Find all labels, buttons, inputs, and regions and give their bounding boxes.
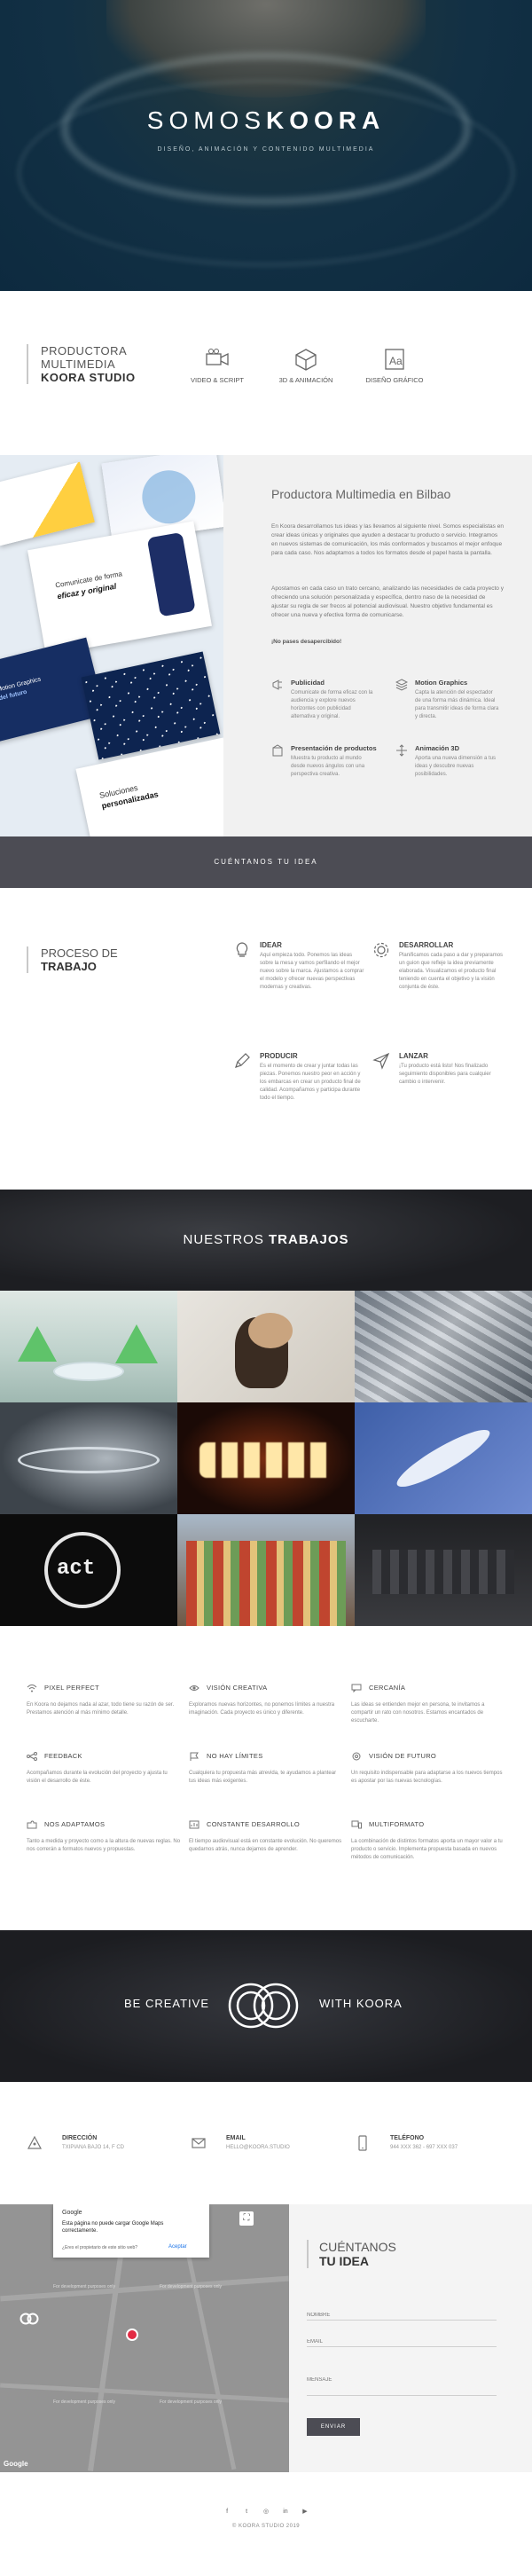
portfolio-tile[interactable] xyxy=(177,1514,355,1626)
map-owner-link[interactable]: ¿Eres el propietario de este sitio web? xyxy=(62,2245,137,2250)
target-icon xyxy=(352,1752,361,1761)
koora-logo-icon xyxy=(228,1983,299,2029)
megaphone-icon xyxy=(272,679,282,690)
send-button[interactable]: ENVIAR xyxy=(307,2418,360,2436)
pencil-icon xyxy=(235,1053,250,1068)
name-field[interactable] xyxy=(307,2311,497,2321)
portfolio-grid: act xyxy=(0,1291,532,1626)
font-icon: Aa xyxy=(385,349,404,370)
portfolio-tile[interactable] xyxy=(0,1291,177,1402)
studio-section: PRODUCTORA MULTIMEDIA KOORA STUDIO VIDEO… xyxy=(0,291,532,455)
phone-icon xyxy=(358,2135,367,2151)
productora-heading: Productora Multimedia en Bilbao xyxy=(271,487,451,501)
email-link[interactable]: HELLO@KOORA.STUDIO xyxy=(226,2145,290,2150)
trabajos-header: NUESTROS TRABAJOS xyxy=(0,1190,532,1291)
value-item: VISIÓN CREATIVA Exploramos nuevas horizon… xyxy=(189,1684,335,1716)
studio-title: PRODUCTORA MULTIMEDIA KOORA STUDIO xyxy=(27,344,160,384)
youtube-icon[interactable]: ▶ xyxy=(300,2508,310,2515)
hero-title: SOMOSKOORA xyxy=(146,106,386,134)
social-links: f t ◎ in ▶ xyxy=(0,2508,532,2515)
map-marker-icon[interactable] xyxy=(126,2329,138,2341)
value-item: NOS ADAPTAMOS Tanto a medida y proyecto c… xyxy=(27,1820,181,1853)
puzzle-icon xyxy=(27,1820,37,1829)
productora-tagline: ¡No pases desapercibido! xyxy=(271,639,342,645)
twitter-icon[interactable]: t xyxy=(241,2509,252,2515)
portfolio-tile[interactable] xyxy=(355,1291,532,1402)
portfolio-tile[interactable] xyxy=(0,1402,177,1514)
portfolio-tile[interactable] xyxy=(355,1402,532,1514)
service-design: Aa DISEÑO GRÁFICO xyxy=(355,348,434,384)
portfolio-tile[interactable]: act xyxy=(0,1514,177,1626)
eye-icon xyxy=(189,1685,200,1692)
devices-icon xyxy=(351,1820,362,1829)
fullscreen-icon[interactable]: ⛶ xyxy=(239,2211,254,2226)
portfolio-tile[interactable] xyxy=(355,1514,532,1626)
contact-form: CUÉNTANOS TU IDEA ENVIAR xyxy=(289,2204,532,2472)
instagram-icon[interactable]: ◎ xyxy=(261,2508,271,2515)
cube-icon xyxy=(295,349,317,371)
lightbulb-icon xyxy=(236,942,248,957)
flag-icon xyxy=(190,1752,199,1762)
value-item: CERCANÍA Las ideas se entienden mejor en … xyxy=(351,1684,485,1724)
email-field[interactable] xyxy=(307,2337,497,2347)
cta-label[interactable]: CUÉNTANOS TU IDEA xyxy=(214,858,317,866)
layers-icon xyxy=(395,679,408,691)
portfolio-tile[interactable] xyxy=(177,1291,355,1402)
copyright: © KOORA STUDIO 2019 xyxy=(231,2524,301,2529)
footer: f t ◎ in ▶ © KOORA STUDIO 2019 xyxy=(0,2472,532,2576)
mockup-card-main: Comunicate de forma eficaz y original xyxy=(27,521,212,656)
productora-paragraph: Apostamos en cada caso un trato cercano,… xyxy=(271,585,504,618)
form-title: CUÉNTANOS TU IDEA xyxy=(307,2240,396,2268)
portfolio-tile[interactable] xyxy=(177,1402,355,1514)
values-grid: PIXEL PERFECT En Koora no dejamos nada al… xyxy=(0,1626,532,1930)
message-field[interactable] xyxy=(307,2364,497,2396)
mail-icon xyxy=(192,2138,206,2148)
value-item: FEEDBACK Acompañamos durante la evolución… xyxy=(27,1752,168,1785)
send-icon xyxy=(372,1052,390,1070)
value-item: PIXEL PERFECT En Koora no dejamos nada al… xyxy=(27,1684,175,1716)
cta-bar[interactable]: CUÉNTANOS TU IDEA xyxy=(0,836,532,888)
map-form-section: Google Esta página no puede cargar Googl… xyxy=(0,2204,532,2472)
koora-map-logo-icon xyxy=(20,2313,39,2325)
chat-icon xyxy=(351,1684,362,1693)
value-item: CONSTANTE DESARROLLO El tiempo audiovisua… xyxy=(189,1820,342,1853)
svg-text:Aa: Aa xyxy=(389,355,403,367)
be-creative-text: BE CREATIVE xyxy=(124,1997,210,2010)
hero: SOMOSKOORA DISEÑO, ANIMACIÓN Y CONTENIDO… xyxy=(0,0,532,291)
box-icon xyxy=(272,744,283,757)
location-icon xyxy=(27,2135,43,2149)
arrows-icon xyxy=(396,744,407,757)
share-icon xyxy=(27,1752,37,1762)
proceso-section: PROCESO DE TRABAJO IDEAR Aquí empieza to… xyxy=(0,888,532,1190)
productora-section: Comunicate de forma eficaz y original Mo… xyxy=(0,455,532,836)
value-item: NO HAY LÍMITES Cualquiera tu propuesta má… xyxy=(189,1752,337,1785)
productora-paragraph: En Koora desarrollamos tus ideas y las l… xyxy=(271,523,504,556)
with-koora-text: WITH KOORA xyxy=(319,1997,403,2010)
video-camera-icon xyxy=(206,349,229,366)
be-creative-banner: BE CREATIVE WITH KOORA xyxy=(0,1930,532,2082)
service-3d: 3D & ANIMACIÓN xyxy=(266,348,346,384)
contact-info: DIRECCIÓN TXIPIANA BAJO 14, F CD EMAIL H… xyxy=(0,2082,532,2204)
map[interactable]: Google Esta página no puede cargar Googl… xyxy=(0,2204,289,2472)
mockup-card xyxy=(0,461,95,546)
hero-subtitle: DISEÑO, ANIMACIÓN Y CONTENIDO MULTIMEDIA xyxy=(157,146,375,153)
value-item: VISIÓN DE FUTURO Un requisito indispensab… xyxy=(351,1752,503,1785)
mockup-collage: Comunicate de forma eficaz y original Mo… xyxy=(0,455,223,836)
linkedin-icon[interactable]: in xyxy=(280,2509,291,2515)
proceso-title: PROCESO DE TRABAJO xyxy=(27,946,118,973)
service-video: VIDEO & SCRIPT xyxy=(177,348,257,384)
map-accept-button[interactable]: Aceptar xyxy=(168,2244,187,2250)
wifi-icon xyxy=(27,1685,37,1692)
trabajos-title: NUESTROS TRABAJOS xyxy=(183,1232,349,1247)
value-item: MULTIFORMATO La combinación de distintos … xyxy=(351,1820,503,1861)
chart-icon xyxy=(189,1820,200,1829)
gear-icon xyxy=(373,942,389,958)
map-error-dialog: Google Esta página no puede cargar Googl… xyxy=(53,2204,209,2258)
facebook-icon[interactable]: f xyxy=(222,2509,232,2515)
